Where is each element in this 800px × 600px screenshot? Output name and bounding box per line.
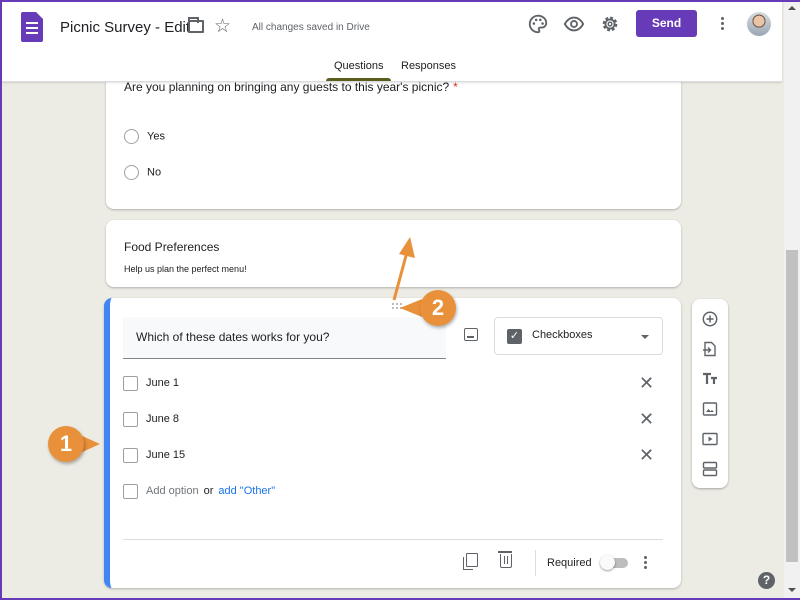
avatar[interactable] — [747, 12, 771, 36]
window-border — [2, 0, 800, 2]
folder-icon[interactable] — [188, 17, 204, 33]
question-title: Are you planning on bringing any guests … — [124, 80, 458, 94]
radio-option-no[interactable]: No — [124, 165, 161, 180]
active-tab-indicator — [326, 78, 391, 81]
scroll-up-arrow-icon[interactable] — [788, 6, 796, 10]
scroll-down-arrow-icon[interactable] — [788, 588, 796, 592]
add-video-icon[interactable] — [702, 431, 718, 447]
trash-icon[interactable] — [498, 551, 512, 568]
drag-direction-arrow-icon — [392, 237, 415, 301]
radio-button[interactable] — [124, 165, 139, 180]
more-vert-icon[interactable] — [642, 555, 648, 571]
checkbox — [123, 411, 138, 427]
more-vert-icon[interactable] — [715, 15, 729, 33]
eye-icon[interactable] — [563, 13, 585, 35]
question-card-dates[interactable]: Which of these dates works for you? ✓ Ch… — [104, 298, 681, 588]
add-option-row: Add option or add "Other" — [123, 483, 275, 499]
send-button[interactable]: Send — [636, 10, 697, 37]
callout-badge-1: 1 — [48, 426, 84, 462]
tab-responses[interactable]: Responses — [401, 60, 456, 72]
gear-icon[interactable] — [599, 13, 621, 35]
remove-option-icon[interactable]: ✕ — [639, 410, 654, 428]
add-option-input[interactable]: Add option — [146, 485, 199, 497]
scroll-thumb[interactable] — [786, 250, 798, 562]
add-question-icon[interactable] — [702, 311, 718, 327]
dropdown-caret-icon — [641, 335, 649, 339]
duplicate-icon[interactable] — [463, 553, 478, 570]
add-other-link[interactable]: add "Other" — [218, 485, 275, 497]
add-section-icon[interactable] — [702, 461, 718, 477]
required-label: Required — [547, 557, 592, 569]
remove-option-icon[interactable]: ✕ — [639, 374, 654, 392]
checkbox — [123, 447, 138, 463]
star-icon[interactable]: ☆ — [214, 15, 231, 38]
add-image-icon[interactable] — [464, 328, 478, 341]
add-image-icon[interactable] — [702, 401, 718, 417]
import-questions-icon[interactable] — [702, 341, 718, 357]
remove-option-icon[interactable]: ✕ — [639, 446, 654, 464]
save-status: All changes saved in Drive — [252, 22, 370, 33]
option-row[interactable]: June 1 — [123, 375, 179, 391]
vertical-scrollbar[interactable] — [784, 0, 800, 598]
title-text-icon[interactable] — [702, 371, 718, 387]
question-type-select[interactable]: ✓ Checkboxes — [494, 317, 663, 355]
forms-logo-icon[interactable] — [21, 12, 43, 42]
question-card-guests[interactable]: Are you planning on bringing any guests … — [106, 60, 681, 209]
tab-questions[interactable]: Questions — [334, 60, 384, 72]
checkbox-icon: ✓ — [507, 329, 522, 344]
checkbox — [123, 375, 138, 391]
palette-icon[interactable] — [527, 13, 549, 35]
radio-button[interactable] — [124, 129, 139, 144]
help-icon[interactable]: ? — [758, 572, 775, 589]
checkbox — [123, 483, 138, 499]
option-row[interactable]: June 15 — [123, 447, 185, 463]
app-header: Picnic Survey - Edit ☆ All changes saved… — [2, 0, 782, 82]
option-row[interactable]: June 8 — [123, 411, 179, 427]
required-asterisk: * — [453, 80, 458, 94]
document-title[interactable]: Picnic Survey - Edit — [60, 19, 190, 36]
required-toggle[interactable] — [600, 555, 628, 570]
section-description: Help us plan the perfect menu! — [124, 264, 247, 274]
divider — [535, 550, 536, 576]
question-title-input[interactable]: Which of these dates works for you? — [123, 317, 446, 359]
divider — [123, 539, 663, 540]
floating-toolbar — [692, 299, 728, 488]
section-title: Food Preferences — [124, 240, 220, 254]
radio-option-yes[interactable]: Yes — [124, 129, 165, 144]
